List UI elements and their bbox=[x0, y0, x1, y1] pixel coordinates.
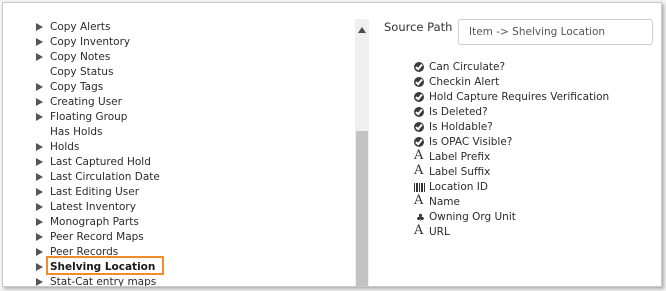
selection-highlight bbox=[46, 256, 164, 275]
expand-triangle-icon[interactable] bbox=[36, 188, 43, 196]
tree-item-label: Copy Status bbox=[50, 66, 114, 78]
bool-check-icon bbox=[414, 90, 426, 105]
text-icon: A bbox=[414, 223, 424, 238]
tree-item-label: Copy Alerts bbox=[50, 21, 111, 33]
tree-item-label: Peer Record Maps bbox=[50, 231, 144, 243]
field-item-label: Can Circulate? bbox=[429, 61, 506, 73]
scroll-thumb[interactable] bbox=[356, 131, 368, 286]
bool-check-icon bbox=[414, 75, 426, 90]
bool-check-icon bbox=[414, 105, 426, 120]
field-item-label: Owning Org Unit bbox=[429, 211, 516, 223]
scroll-up-arrow-icon[interactable] bbox=[358, 27, 366, 33]
field-item-label: Is OPAC Visible? bbox=[429, 136, 513, 148]
tree-item-label: Last Circulation Date bbox=[50, 171, 160, 183]
field-item-label: URL bbox=[429, 226, 450, 238]
expand-triangle-icon[interactable] bbox=[36, 23, 43, 31]
expand-triangle-icon[interactable] bbox=[36, 218, 43, 226]
source-path-label: Source Path bbox=[384, 20, 453, 34]
field-item-label: Label Prefix bbox=[429, 151, 491, 163]
expand-triangle-icon[interactable] bbox=[36, 278, 43, 286]
field-source-tree: Copy Alerts Copy Inventory Copy Notes Copy … bbox=[3, 3, 355, 286]
expand-triangle-icon[interactable] bbox=[36, 173, 43, 181]
field-item-label: Label Suffix bbox=[429, 166, 491, 178]
expand-triangle-icon[interactable] bbox=[36, 233, 43, 241]
tree-item-label: Stat-Cat entry maps bbox=[50, 276, 157, 286]
tree-item-label: Latest Inventory bbox=[50, 201, 136, 213]
field-item-label: Name bbox=[429, 196, 460, 208]
tree-item-label: Last Editing User bbox=[50, 186, 140, 198]
tree-item-label: Shelving Location bbox=[46, 256, 164, 275]
tree-item-label: Copy Inventory bbox=[50, 36, 131, 48]
expand-triangle-icon[interactable] bbox=[36, 83, 43, 91]
tree-item-label: Holds bbox=[50, 141, 80, 153]
expand-triangle-icon[interactable] bbox=[36, 248, 43, 256]
bool-check-icon bbox=[414, 60, 426, 75]
field-item-label: Checkin Alert bbox=[429, 76, 500, 88]
expand-triangle-icon[interactable] bbox=[36, 158, 43, 166]
expand-triangle-icon[interactable] bbox=[36, 38, 43, 46]
bool-check-icon bbox=[414, 120, 426, 135]
text-icon: A bbox=[414, 193, 424, 208]
tree-item-label: Creating User bbox=[50, 96, 122, 108]
source-path-field[interactable]: Item -> Shelving Location bbox=[458, 19, 653, 45]
field-item-label: Location ID bbox=[429, 181, 488, 193]
tree-item-label: Has Holds bbox=[50, 126, 103, 138]
expand-triangle-icon[interactable] bbox=[36, 203, 43, 211]
tree-item-label: Copy Tags bbox=[50, 81, 104, 93]
expand-triangle-icon[interactable] bbox=[36, 98, 43, 106]
tree-item-label: Last Captured Hold bbox=[50, 156, 151, 168]
window-frame: Copy Alerts Copy Inventory Copy Notes Copy … bbox=[2, 2, 662, 287]
expand-triangle-icon[interactable] bbox=[36, 143, 43, 151]
field-item-label: Is Deleted? bbox=[429, 106, 488, 118]
tree-scrollbar[interactable] bbox=[355, 19, 369, 286]
field-item-label: Is Holdable? bbox=[429, 121, 493, 133]
expand-triangle-icon[interactable] bbox=[36, 113, 43, 121]
field-item-label: Hold Capture Requires Verification bbox=[429, 91, 610, 103]
text-icon: A bbox=[414, 163, 424, 178]
tree-item-label: Monograph Parts bbox=[50, 216, 139, 228]
expand-triangle-icon[interactable] bbox=[36, 263, 43, 271]
tree-item-label: Floating Group bbox=[50, 111, 128, 123]
expand-triangle-icon[interactable] bbox=[36, 53, 43, 61]
tree-item-label: Copy Notes bbox=[50, 51, 111, 63]
